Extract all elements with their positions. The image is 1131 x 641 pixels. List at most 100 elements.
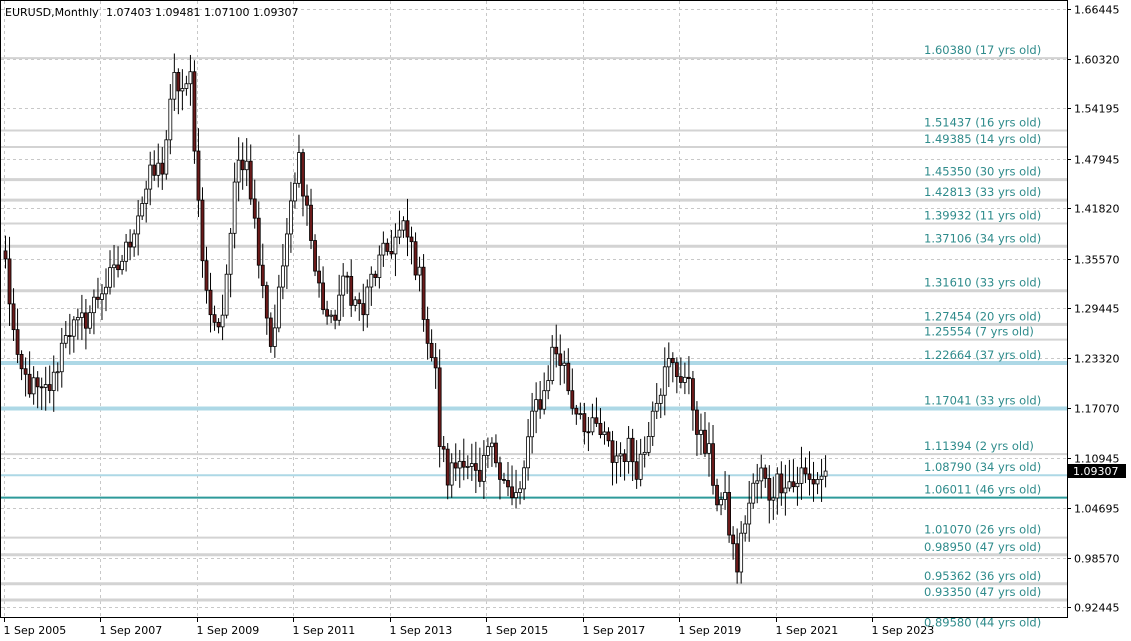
candle-body (100, 293, 104, 300)
candle-body (204, 260, 209, 291)
x-tick-label: 1 Sep 2015 (486, 624, 549, 637)
candle (132, 229, 137, 257)
candle (108, 250, 112, 295)
candle-body (341, 275, 346, 296)
candle (232, 162, 237, 249)
candle-body (578, 413, 583, 416)
y-tick-label: 0.98570 (1074, 553, 1120, 566)
candle (715, 478, 719, 512)
candle (59, 327, 64, 388)
candle-body (256, 217, 261, 266)
candle-body (349, 275, 354, 306)
candle (811, 461, 816, 502)
candle-body (562, 362, 567, 366)
candle-body (180, 88, 185, 92)
candle-body (558, 353, 563, 366)
candle-body (514, 492, 518, 499)
candle-body (325, 309, 330, 317)
candle-body (132, 233, 137, 248)
candle-body (807, 473, 812, 480)
candle (674, 357, 679, 394)
candle-body (650, 410, 655, 437)
candle (670, 352, 675, 383)
candle (586, 416, 591, 452)
candle (309, 188, 313, 250)
candle-body (461, 460, 466, 468)
y-tick-label: 1.35570 (1074, 254, 1120, 267)
horizontal-levels (1, 57, 1067, 602)
candle (321, 266, 325, 315)
candle-body (566, 362, 571, 392)
candle (727, 474, 731, 543)
candle-body (276, 286, 281, 329)
candle (606, 427, 611, 447)
candle (630, 428, 635, 482)
candle-body (148, 164, 153, 190)
candle (365, 279, 370, 328)
candle (47, 365, 52, 404)
candle-body (413, 241, 418, 276)
candle (313, 234, 317, 277)
candle-body (79, 312, 84, 318)
candle-body (747, 502, 752, 525)
candle (413, 232, 418, 281)
candle-body (361, 303, 366, 316)
y-tick-label: 1.47945 (1074, 154, 1120, 167)
candle (401, 216, 406, 238)
candle (691, 370, 695, 431)
candle (618, 442, 623, 477)
candle-body (333, 314, 338, 321)
candle-body (417, 266, 422, 276)
candle-body (582, 413, 587, 433)
candle (558, 334, 563, 386)
price-chart[interactable]: 1.60380 (17 yrs old) 1.51437 (16 yrs old)… (0, 0, 1131, 641)
candle (92, 289, 96, 335)
candle (538, 381, 543, 419)
level-label: 1.39932 (11 yrs old) (924, 208, 1041, 222)
candle (763, 464, 768, 488)
candle (574, 404, 579, 425)
candle-body (481, 454, 486, 482)
candle (441, 435, 446, 463)
candle (43, 366, 48, 411)
y-tick-label: 1.10945 (1074, 453, 1120, 466)
candle-body (224, 273, 229, 316)
chart-header: EURUSD,Monthly 1.07403 1.09481 1.07100 1… (5, 6, 298, 19)
candle-body (75, 317, 80, 321)
y-tick-label: 1.60320 (1074, 54, 1120, 67)
candle-body (695, 409, 699, 435)
candle-body (618, 453, 623, 457)
candle-body (248, 160, 253, 200)
candle-body (397, 229, 402, 238)
candle-body (405, 220, 410, 238)
candle (256, 201, 261, 279)
level-label: 0.98950 (47 yrs old) (924, 540, 1041, 554)
candle (646, 421, 651, 457)
candle-body (244, 160, 249, 171)
candle-body (538, 399, 543, 410)
candle (542, 372, 547, 415)
candle (84, 299, 88, 350)
candle-body (208, 289, 213, 316)
candle-body (305, 195, 309, 206)
candle (562, 350, 567, 384)
candle-body (441, 446, 446, 450)
candle (654, 383, 659, 420)
candle (301, 148, 305, 217)
candle (284, 217, 289, 290)
candle-body (622, 453, 627, 462)
candle-body (445, 448, 450, 486)
candle (252, 179, 257, 229)
level-label: 1.25554 (7 yrs old) (924, 325, 1034, 339)
candle-body (92, 296, 96, 314)
candle (614, 440, 619, 484)
candle-body (7, 258, 12, 305)
candle (779, 461, 784, 506)
candle (610, 430, 615, 486)
candle-body (719, 499, 723, 506)
candle (264, 281, 269, 335)
grid-lines (1, 1, 1067, 617)
candle (626, 426, 631, 474)
candle (188, 54, 193, 106)
candle (7, 236, 12, 326)
